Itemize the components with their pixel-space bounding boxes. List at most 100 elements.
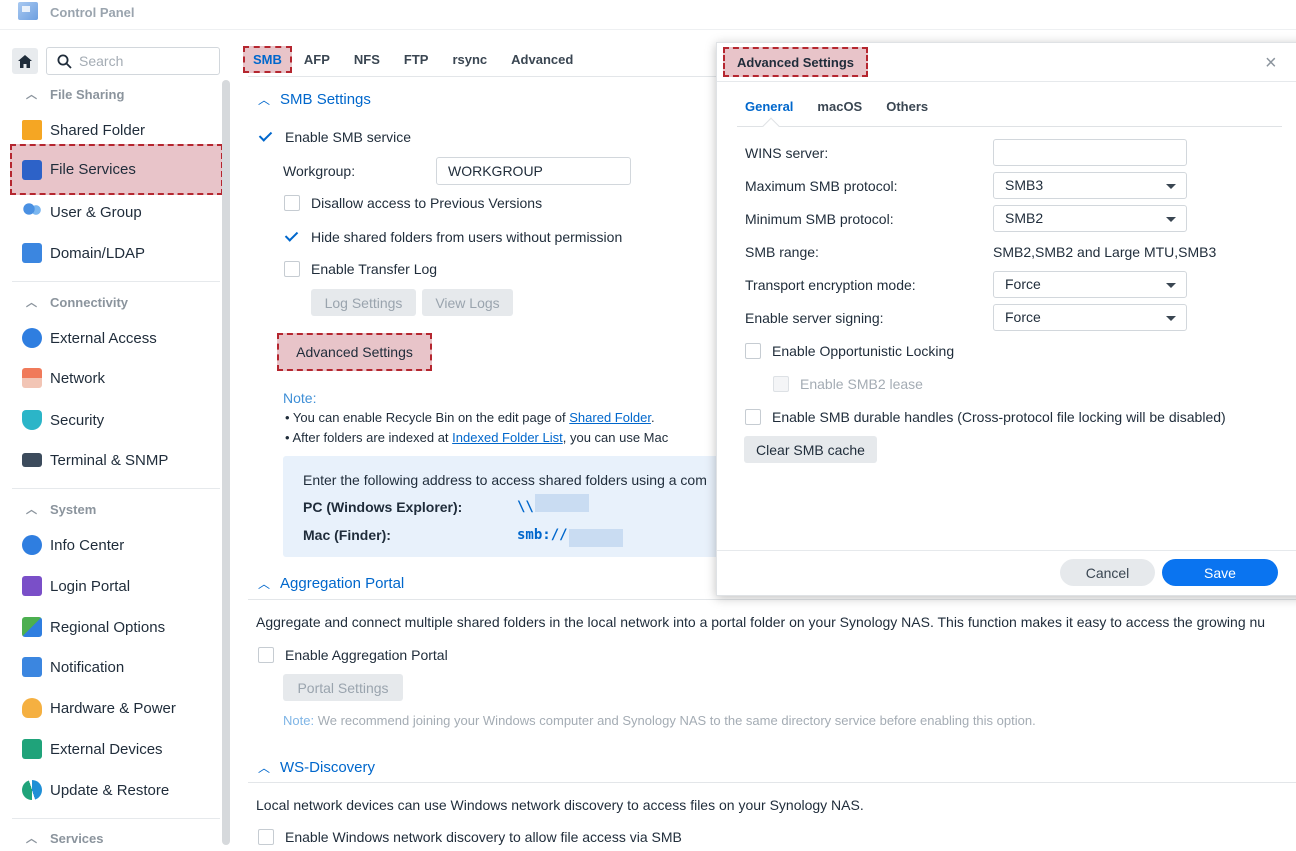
enable-aggregation-row[interactable]: Enable Aggregation Portal xyxy=(258,647,448,663)
tab-smb[interactable]: SMB xyxy=(243,45,292,73)
info-center-icon xyxy=(22,535,42,555)
divider xyxy=(717,550,1296,551)
sidebar-item-info-center[interactable]: Info Center xyxy=(12,527,222,563)
chevron-up-icon: ︿ xyxy=(26,504,37,516)
section-title: WS-Discovery xyxy=(280,759,376,776)
sidebar-item-terminal-snmp[interactable]: Terminal & SNMP xyxy=(12,442,222,478)
section-title: SMB Settings xyxy=(280,91,371,108)
sidebar-item-external-devices[interactable]: External Devices xyxy=(12,731,222,767)
transfer-log-row[interactable]: Enable Transfer Log xyxy=(284,261,437,277)
sidebar-item-security[interactable]: Security xyxy=(12,402,222,438)
cancel-button[interactable]: Cancel xyxy=(1060,559,1155,586)
advanced-settings-button[interactable]: Advanced Settings xyxy=(277,333,432,371)
section-services[interactable]: ︿ Services xyxy=(26,828,104,848)
shared-folder-link[interactable]: Shared Folder xyxy=(569,410,651,425)
sidebar-item-external-access[interactable]: External Access xyxy=(12,320,222,356)
durable-handles-checkbox[interactable] xyxy=(745,409,761,425)
enable-ws-discovery-row[interactable]: Enable Windows network discovery to allo… xyxy=(258,829,682,845)
user-group-icon xyxy=(22,202,42,222)
sidebar-item-label: Login Portal xyxy=(50,577,131,595)
section-file-sharing[interactable]: ︿ File Sharing xyxy=(26,84,124,104)
checkbox-label: Enable Windows network discovery to allo… xyxy=(285,829,682,845)
sidebar-item-file-services[interactable]: File Services xyxy=(10,144,223,195)
wins-server-label: WINS server: xyxy=(745,145,829,161)
mac-label: Mac (Finder): xyxy=(303,527,391,543)
enable-ws-discovery-checkbox[interactable] xyxy=(258,829,274,845)
max-smb-select[interactable]: SMB3 xyxy=(993,172,1187,199)
sidebar-item-notification[interactable]: Notification xyxy=(12,649,222,685)
aggregation-portal-header[interactable]: ︿ Aggregation Portal xyxy=(258,575,404,592)
smb-range-value: SMB2,SMB2 and Large MTU,SMB3 xyxy=(993,244,1217,260)
sidebar-item-login-portal[interactable]: Login Portal xyxy=(12,568,222,604)
hide-shared-row[interactable]: Hide shared folders from users without p… xyxy=(284,229,622,245)
tab-ftp[interactable]: FTP xyxy=(404,48,429,71)
sidebar-item-update-restore[interactable]: Update & Restore xyxy=(12,772,222,808)
save-button[interactable]: Save xyxy=(1162,559,1278,586)
smb2-lease-row[interactable]: Enable SMB2 lease xyxy=(773,376,923,392)
sidebar-item-shared-folder[interactable]: Shared Folder xyxy=(12,112,222,148)
chevron-down-icon xyxy=(1166,184,1176,189)
oplock-row[interactable]: Enable Opportunistic Locking xyxy=(745,343,954,359)
external-access-icon xyxy=(22,328,42,348)
enable-aggregation-checkbox[interactable] xyxy=(258,647,274,663)
ws-discovery-header[interactable]: ︿ WS-Discovery xyxy=(258,759,375,776)
server-signing-select[interactable]: Force xyxy=(993,304,1187,331)
indexed-folder-list-link[interactable]: Indexed Folder List xyxy=(452,430,563,445)
section-system[interactable]: ︿ System xyxy=(26,499,96,519)
disallow-prev-row[interactable]: Disallow access to Previous Versions xyxy=(284,195,542,211)
sidebar-item-user-group[interactable]: User & Group xyxy=(12,194,222,230)
tab-rsync[interactable]: rsync xyxy=(452,48,487,71)
checkbox-label: Hide shared folders from users without p… xyxy=(311,229,623,245)
note-line-2: • After folders are indexed at Indexed F… xyxy=(285,430,668,445)
transport-encryption-select[interactable]: Force xyxy=(993,271,1187,298)
disallow-prev-checkbox[interactable] xyxy=(284,195,300,211)
tab-others[interactable]: Others xyxy=(886,99,928,114)
chevron-up-icon: ︿ xyxy=(26,833,37,845)
divider xyxy=(248,599,1296,600)
home-button[interactable] xyxy=(12,48,38,74)
chevron-up-icon: ︿ xyxy=(26,89,37,101)
durable-handles-row[interactable]: Enable SMB durable handles (Cross-protoc… xyxy=(745,409,1226,425)
min-smb-label: Minimum SMB protocol: xyxy=(745,211,894,227)
section-connectivity[interactable]: ︿ Connectivity xyxy=(26,292,128,312)
tab-advanced[interactable]: Advanced xyxy=(511,48,573,71)
home-icon xyxy=(18,54,32,68)
sidebar-item-network[interactable]: Network xyxy=(12,360,222,396)
sidebar-item-domain-ldap[interactable]: Domain/LDAP xyxy=(12,235,222,271)
sidebar-scrollbar[interactable] xyxy=(222,80,230,845)
portal-settings-button[interactable]: Portal Settings xyxy=(283,674,403,701)
min-smb-select[interactable]: SMB2 xyxy=(993,205,1187,232)
sidebar-item-label: Terminal & SNMP xyxy=(50,451,169,469)
tab-macos[interactable]: macOS xyxy=(817,99,862,114)
close-icon[interactable]: × xyxy=(1265,52,1277,75)
chevron-down-icon xyxy=(1166,316,1176,321)
workgroup-input[interactable]: WORKGROUP xyxy=(436,157,631,185)
divider xyxy=(248,782,1296,783)
title-bar: Control Panel xyxy=(0,0,1296,30)
search-input[interactable] xyxy=(79,52,209,70)
sidebar-item-regional-options[interactable]: Regional Options xyxy=(12,609,222,645)
transfer-log-checkbox[interactable] xyxy=(284,261,300,277)
log-settings-button[interactable]: Log Settings xyxy=(311,289,416,316)
smb2-lease-checkbox[interactable] xyxy=(773,376,789,392)
smb-range-label: SMB range: xyxy=(745,244,819,260)
mac-address: smb:// xyxy=(517,527,568,543)
hide-shared-checkbox[interactable] xyxy=(284,229,300,245)
enable-smb-checkbox[interactable] xyxy=(258,129,274,145)
tab-afp[interactable]: AFP xyxy=(304,48,330,71)
enable-smb-row[interactable]: Enable SMB service xyxy=(258,129,411,145)
network-icon xyxy=(22,368,42,388)
view-logs-button[interactable]: View Logs xyxy=(422,289,513,316)
terminal-icon xyxy=(22,453,42,467)
smb-settings-header[interactable]: ︿ SMB Settings xyxy=(258,91,371,108)
advanced-settings-dialog: Advanced Settings × General macOS Others… xyxy=(716,42,1296,596)
wins-server-input[interactable] xyxy=(993,139,1187,166)
select-value: Force xyxy=(1005,276,1041,292)
lightbulb-icon xyxy=(22,698,42,718)
tab-nfs[interactable]: NFS xyxy=(354,48,380,71)
oplock-checkbox[interactable] xyxy=(745,343,761,359)
clear-smb-cache-button[interactable]: Clear SMB cache xyxy=(744,436,877,463)
sidebar-item-hardware-power[interactable]: Hardware & Power xyxy=(12,690,222,726)
tab-general[interactable]: General xyxy=(745,99,793,114)
checkbox-label: Enable Aggregation Portal xyxy=(285,647,448,663)
